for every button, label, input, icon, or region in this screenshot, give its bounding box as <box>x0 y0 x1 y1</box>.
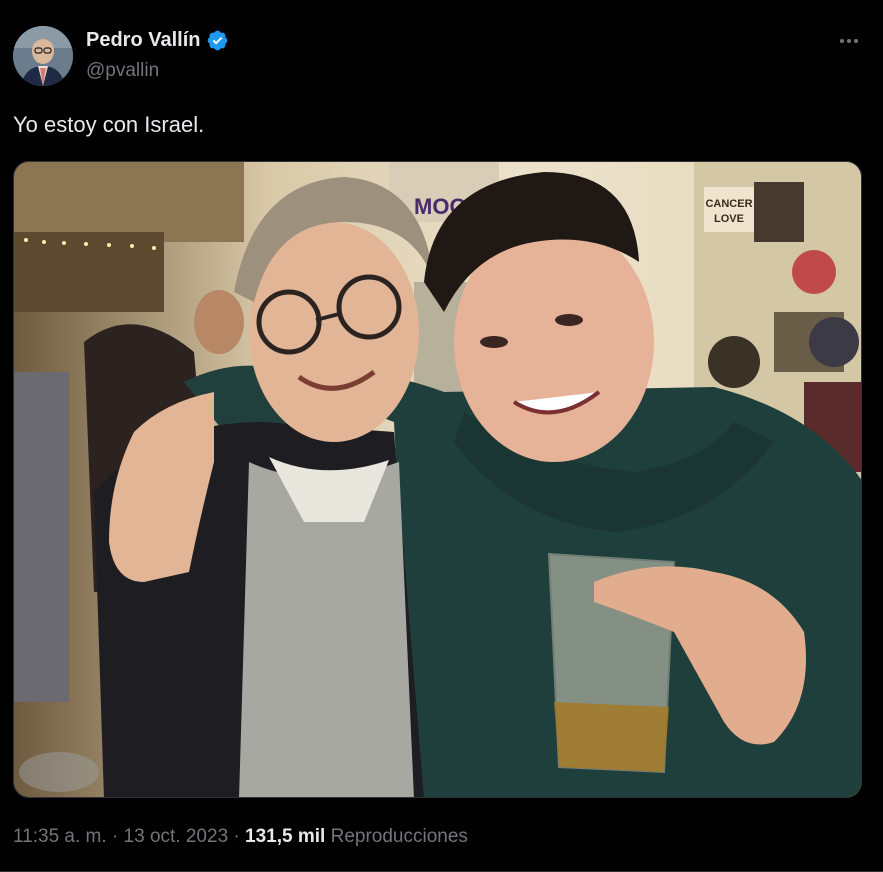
meta-separator: · <box>233 826 240 847</box>
views-label: Reproducciones <box>330 826 468 847</box>
verified-badge-icon[interactable] <box>206 29 229 52</box>
tweet-date[interactable]: 13 oct. 2023 <box>124 826 229 847</box>
poster-text-cancer: CANCER <box>705 198 752 210</box>
tweet-time[interactable]: 11:35 a. m. <box>13 826 107 847</box>
tweet: Pedro Vallín @pvallin Yo estoy con Israe… <box>0 0 883 872</box>
views-count: 131,5 mil <box>245 826 326 847</box>
poster-text-love: LOVE <box>714 213 744 225</box>
author-name-row: Pedro Vallín <box>86 29 229 52</box>
tweet-text: Yo estoy con Israel. <box>13 112 205 137</box>
author-avatar[interactable] <box>13 26 73 86</box>
tweet-photo[interactable]: CANCER LOVE MOO <box>13 161 862 798</box>
more-horizontal-icon[interactable] <box>835 31 863 51</box>
author-name[interactable]: Pedro Vallín <box>86 29 200 52</box>
author-handle[interactable]: @pvallin <box>86 60 159 82</box>
tweet-metadata: 11:35 a. m. · 13 oct. 2023 · 131,5 mil R… <box>13 826 468 848</box>
meta-separator: · <box>111 826 119 847</box>
